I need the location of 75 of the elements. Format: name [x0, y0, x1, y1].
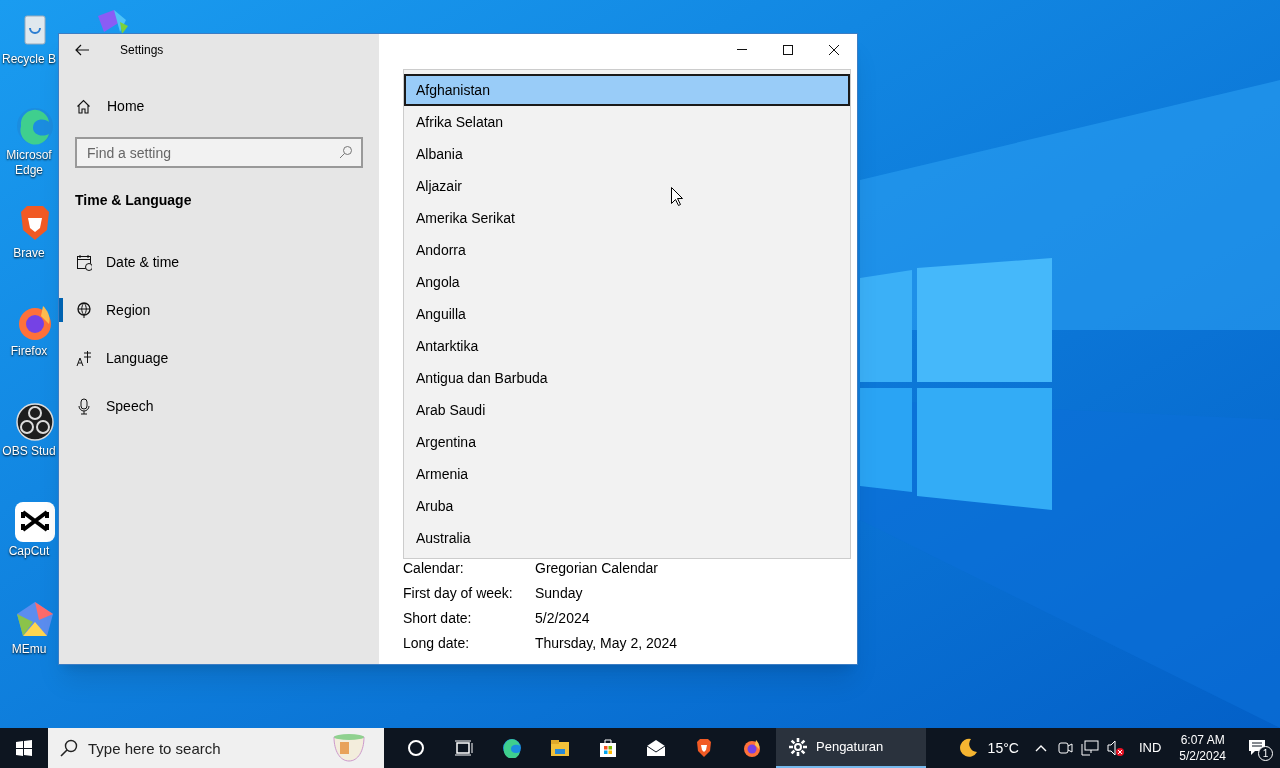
list-option[interactable]: Aljazair	[404, 170, 850, 202]
detail-value: Sunday	[535, 584, 583, 603]
detail-label: Short date:	[403, 609, 473, 628]
minimize-icon	[737, 49, 747, 50]
input-language-button[interactable]: IND	[1128, 728, 1172, 768]
store-bag-icon	[598, 738, 618, 758]
notification-count-badge: 1	[1258, 746, 1273, 761]
fox-browser-icon	[742, 738, 762, 758]
window-title: Settings	[120, 42, 164, 59]
detail-label: Calendar:	[403, 559, 465, 578]
home-link[interactable]: Home	[59, 91, 379, 121]
detail-value: 5/2/2024	[535, 609, 590, 628]
desktop-icon-label: Firefox	[9, 344, 49, 359]
globe-icon	[76, 301, 92, 319]
clock-button[interactable]: 6:07 AM 5/2/2024	[1171, 728, 1234, 768]
desktop-icon-label: Recycle B	[1, 52, 57, 67]
nav-item[interactable]: Language	[59, 334, 379, 382]
nav-item[interactable]: Region	[59, 286, 379, 334]
windows-logo-icon	[16, 740, 32, 756]
desktop-icon-label: Brave	[12, 246, 46, 261]
list-option[interactable]: Afghanistan	[404, 74, 850, 106]
detail-label: Long date:	[403, 634, 471, 653]
list-option[interactable]: Anguilla	[404, 298, 850, 330]
cursor-icon	[671, 187, 683, 206]
weather-button[interactable]: 15°C	[947, 728, 1029, 768]
taskbar-app-button[interactable]: Pengaturan	[776, 728, 926, 768]
list-option[interactable]: Antarktika	[404, 330, 850, 362]
list-option[interactable]: Armenia	[404, 458, 850, 490]
cup-icon	[332, 733, 366, 763]
camera-icon[interactable]	[1056, 740, 1073, 756]
circle-icon	[406, 738, 426, 758]
maximize-icon	[783, 44, 793, 55]
notification-button[interactable]: 1	[1234, 728, 1280, 768]
envelope-icon	[646, 738, 666, 758]
list-option[interactable]: Australia	[404, 522, 850, 554]
nav-item[interactable]: Speech	[59, 382, 379, 430]
list-option[interactable]: Albania	[404, 138, 850, 170]
detail-value: Gregorian Calendar	[535, 559, 658, 578]
home-icon	[76, 98, 91, 114]
desktop-icon-label: CapCut	[7, 544, 51, 559]
desktop-icon-label: MEmu	[10, 642, 48, 657]
close-icon	[829, 44, 839, 55]
desktop-icon-label: OBS Stud	[1, 444, 57, 459]
search-field[interactable]: Find a setting	[75, 137, 363, 168]
list-option[interactable]: Amerika Serikat	[404, 202, 850, 234]
list-option[interactable]: Andorra	[404, 234, 850, 266]
nav-item[interactable]: Date & time	[59, 238, 379, 286]
search-icon	[60, 739, 78, 757]
folder-icon	[550, 738, 570, 758]
list-option[interactable]: Antigua dan Barbuda	[404, 362, 850, 394]
language-icon	[76, 349, 92, 367]
taskbar-search-field[interactable]: Type here to search	[48, 728, 384, 768]
lion-icon	[694, 738, 714, 758]
desktop-icon-label: Microsof Edge	[5, 148, 53, 178]
detail-value: Thursday, May 2, 2024	[535, 634, 678, 653]
search-icon	[339, 145, 353, 159]
desktop-shortcut-icon[interactable]	[13, 400, 57, 444]
detail-label: First day of week:	[403, 584, 514, 603]
muted-speaker-icon[interactable]	[1106, 740, 1125, 756]
network-icon[interactable]	[1080, 740, 1099, 756]
browser-icon	[502, 738, 522, 758]
task-view-icon	[454, 738, 474, 758]
mic-icon	[76, 397, 92, 415]
list-option[interactable]: Angola	[404, 266, 850, 298]
list-option[interactable]: Aruba	[404, 490, 850, 522]
chevron-up-icon	[1034, 744, 1047, 752]
settings-icon	[788, 737, 808, 757]
section-heading: Time & Language	[75, 191, 193, 210]
calendar-icon	[76, 253, 92, 271]
list-option[interactable]: Argentina	[404, 426, 850, 458]
list-option[interactable]: Afrika Selatan	[404, 106, 850, 138]
desktop-shortcut-icon[interactable]	[13, 500, 57, 544]
list-option[interactable]: Arab Saudi	[404, 394, 850, 426]
moon-icon	[957, 738, 978, 758]
back-arrow-icon	[75, 44, 89, 56]
